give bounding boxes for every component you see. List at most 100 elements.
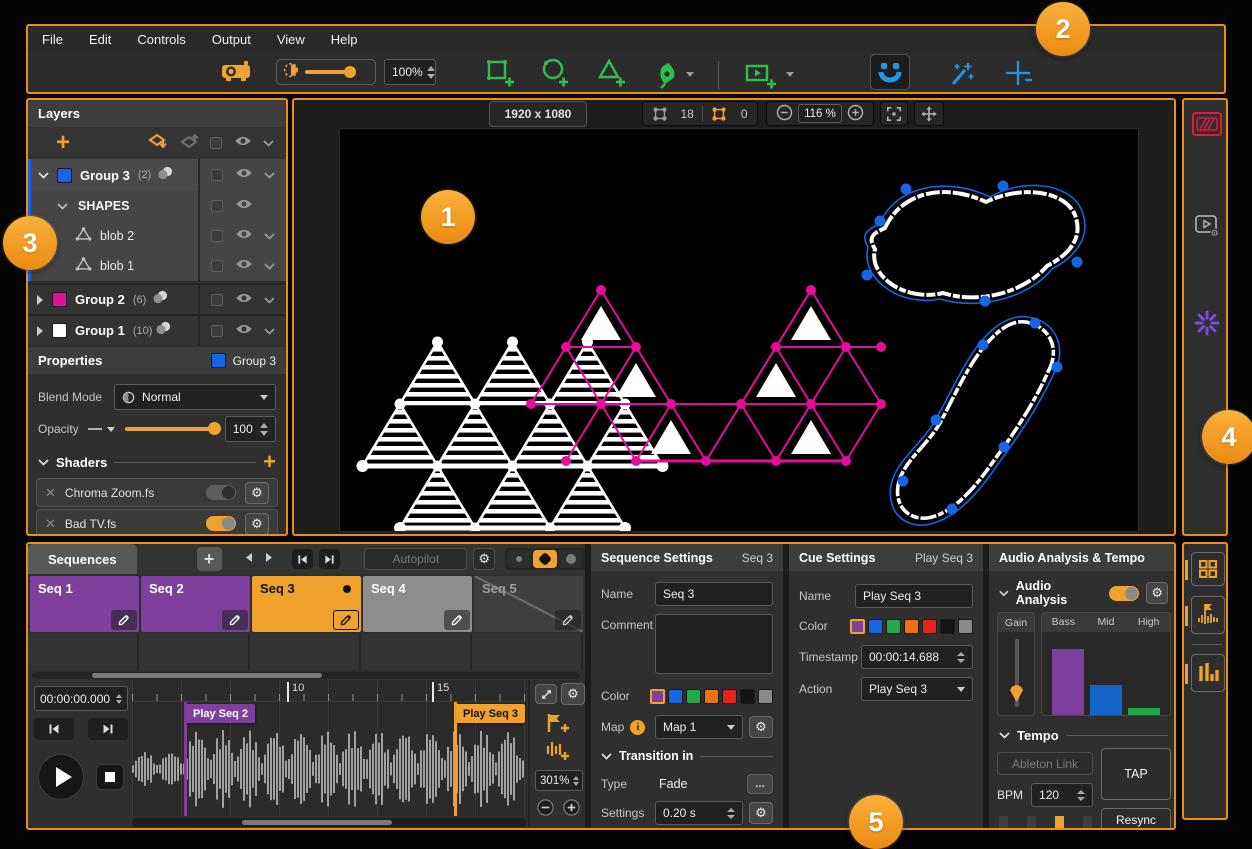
pan-view-button[interactable] bbox=[914, 101, 944, 126]
layer-row-blob2[interactable]: blob 2 bbox=[28, 221, 286, 251]
menu-controls[interactable]: Controls bbox=[137, 32, 185, 47]
menu-file[interactable]: File bbox=[42, 32, 63, 47]
media-settings-button[interactable]: ⚙ bbox=[1193, 212, 1221, 245]
shader-settings-gear-icon[interactable]: ⚙ bbox=[245, 513, 269, 535]
add-ellipse-icon[interactable] bbox=[539, 56, 571, 93]
add-player-icon[interactable] bbox=[743, 59, 794, 91]
color-swatch-red[interactable] bbox=[722, 689, 737, 704]
projector-icon[interactable] bbox=[220, 58, 254, 89]
sequence-cell-seq2[interactable]: Seq 2 bbox=[141, 576, 250, 632]
group1-expand-chevron[interactable] bbox=[37, 326, 43, 336]
layer-row-blob1[interactable]: blob 1 bbox=[28, 251, 286, 281]
loop-mode-large-dot[interactable] bbox=[559, 550, 583, 568]
cue-flag-seq2[interactable]: Play Seq 2 bbox=[186, 704, 255, 723]
loop-mode-small-dot[interactable] bbox=[507, 550, 531, 568]
stop-button[interactable] bbox=[96, 764, 124, 790]
move-layer-down-icon[interactable] bbox=[148, 132, 170, 155]
group3-expand-chevron[interactable] bbox=[38, 166, 49, 184]
timeline-zoom-out-icon[interactable] bbox=[536, 798, 555, 822]
sequence-cell-seq4[interactable]: Seq 4 bbox=[363, 576, 472, 632]
color-swatch-purple[interactable] bbox=[650, 689, 665, 704]
add-sequence-button[interactable]: + bbox=[197, 547, 222, 571]
edit-sequence-icon[interactable] bbox=[555, 610, 581, 630]
map-gear-icon[interactable]: ⚙ bbox=[749, 716, 773, 738]
pen-tool-icon[interactable] bbox=[651, 60, 694, 90]
remove-shader-icon[interactable]: ✕ bbox=[45, 485, 56, 501]
shader-row-chroma[interactable]: ✕ Chroma Zoom.fs ⚙ bbox=[36, 478, 278, 507]
pen-dropdown-caret[interactable] bbox=[686, 72, 694, 77]
cue-name-input[interactable]: Play Seq 3 bbox=[855, 584, 973, 608]
group2-expand-chevron[interactable] bbox=[37, 295, 43, 305]
sequence-cell-seq1[interactable]: Seq 1 bbox=[30, 576, 139, 632]
effects-button[interactable] bbox=[1194, 310, 1220, 341]
shaders-section-header[interactable]: Shaders + bbox=[28, 450, 286, 474]
layer-checkbox[interactable] bbox=[211, 325, 223, 337]
gain-slider-knob[interactable] bbox=[1010, 685, 1023, 702]
add-audio-cue-icon[interactable] bbox=[544, 740, 570, 767]
timestamp-input[interactable]: 00:00:14.688 bbox=[861, 645, 973, 669]
sequences-scrollbar-top[interactable] bbox=[32, 672, 580, 679]
zoom-value[interactable]: 116 % bbox=[798, 104, 842, 123]
layer-row-group2[interactable]: Group 2 (6) bbox=[28, 283, 286, 314]
cue-flag-seq3[interactable]: Play Seq 3 bbox=[456, 704, 525, 723]
add-shader-button[interactable]: + bbox=[263, 454, 276, 470]
layer-row-group3[interactable]: Group 3 (2) bbox=[28, 159, 286, 191]
layer-checkbox[interactable] bbox=[211, 260, 223, 272]
prev-sequence-button[interactable] bbox=[244, 550, 253, 568]
comment-textarea[interactable] bbox=[655, 614, 773, 674]
edit-sequence-icon[interactable] bbox=[222, 610, 248, 630]
autopilot-gear-icon[interactable]: ⚙ bbox=[473, 548, 495, 570]
layers-master-chevron-icon[interactable] bbox=[263, 134, 274, 152]
brightness-value[interactable]: 100% bbox=[384, 59, 436, 85]
group2-color-swatch[interactable] bbox=[52, 292, 67, 307]
mapping-canvas[interactable] bbox=[339, 128, 1139, 532]
remove-shader-icon[interactable]: ✕ bbox=[45, 516, 56, 532]
magic-wand-icon[interactable] bbox=[946, 58, 976, 93]
bpm-input[interactable]: 120 bbox=[1031, 783, 1093, 807]
color-swatch-gray[interactable] bbox=[758, 689, 773, 704]
layer-row-group1[interactable]: Group 1 (10) bbox=[28, 314, 286, 345]
layer-eye-icon[interactable] bbox=[235, 227, 253, 245]
tempo-section-header[interactable]: Tempo bbox=[989, 724, 1176, 746]
group1-color-swatch[interactable] bbox=[52, 323, 67, 338]
shader-toggle-on[interactable] bbox=[206, 516, 236, 531]
player-dropdown-caret[interactable] bbox=[786, 72, 794, 77]
brightness-slider[interactable] bbox=[305, 70, 351, 74]
color-swatch-green[interactable] bbox=[686, 689, 701, 704]
brightness-spinner[interactable] bbox=[423, 66, 435, 79]
tap-button[interactable]: TAP bbox=[1101, 748, 1171, 800]
edit-sequence-icon[interactable] bbox=[111, 610, 137, 630]
shader-row-badtv[interactable]: ✕ Bad TV.fs ⚙ bbox=[36, 509, 278, 536]
opacity-value[interactable]: 100 bbox=[225, 416, 276, 442]
opacity-slider[interactable] bbox=[125, 427, 215, 431]
sequences-view-button[interactable] bbox=[1191, 552, 1225, 586]
add-point-icon[interactable] bbox=[1004, 58, 1034, 93]
layer-chevron-icon[interactable] bbox=[264, 291, 275, 309]
layer-eye-icon[interactable] bbox=[235, 291, 253, 309]
layers-master-eye-icon[interactable] bbox=[234, 134, 252, 152]
layer-row-shapes[interactable]: SHAPES bbox=[28, 191, 286, 221]
add-triangle-icon[interactable] bbox=[595, 56, 627, 93]
layer-eye-icon[interactable] bbox=[235, 322, 253, 340]
layer-chevron-icon[interactable] bbox=[264, 322, 275, 340]
color-swatch-orange[interactable] bbox=[704, 689, 719, 704]
timeline-ruler[interactable]: 10 15 bbox=[132, 680, 526, 702]
menu-output[interactable]: Output bbox=[212, 32, 251, 47]
edit-sequence-icon[interactable] bbox=[444, 610, 470, 630]
timeline-skip-start-button[interactable] bbox=[34, 718, 74, 740]
fit-view-button[interactable] bbox=[880, 101, 908, 126]
layer-checkbox[interactable] bbox=[211, 294, 223, 306]
color-swatch-green[interactable] bbox=[886, 619, 901, 634]
audio-analysis-section-header[interactable]: Audio Analysis ⚙ bbox=[989, 582, 1176, 604]
play-button[interactable] bbox=[38, 754, 84, 800]
loop-mode-selected[interactable] bbox=[533, 550, 557, 568]
zoom-in-button[interactable] bbox=[847, 104, 864, 124]
layer-chevron-icon[interactable] bbox=[264, 227, 275, 245]
audio-analysis-toggle[interactable] bbox=[1109, 586, 1139, 601]
layer-checkbox[interactable] bbox=[211, 200, 223, 212]
ableton-link-button[interactable]: Ableton Link bbox=[997, 752, 1093, 775]
next-sequence-button[interactable] bbox=[265, 550, 274, 568]
resync-button[interactable]: Resync bbox=[1101, 808, 1171, 830]
layers-master-checkbox[interactable] bbox=[210, 137, 222, 149]
layer-checkbox[interactable] bbox=[211, 169, 223, 181]
